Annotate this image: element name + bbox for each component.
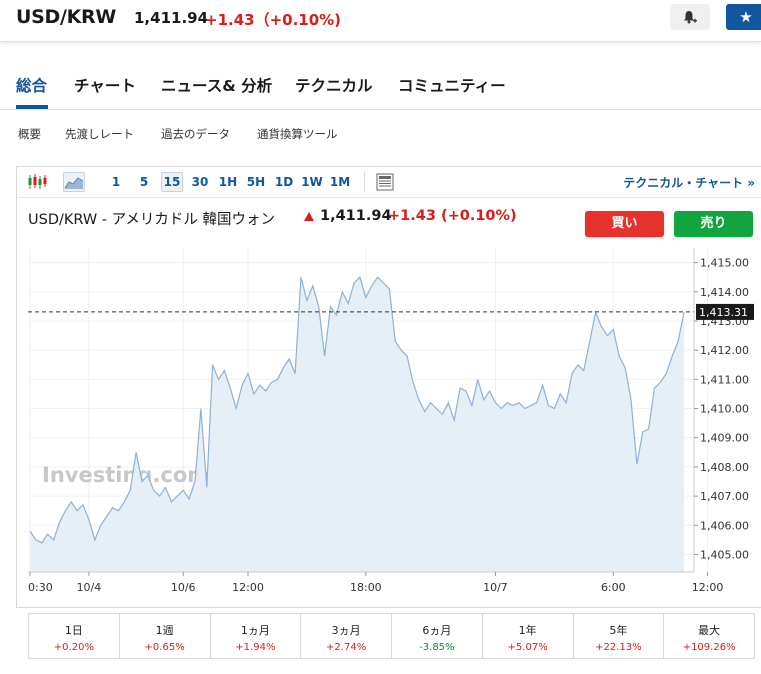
subtab-overview[interactable]: 概要	[18, 126, 41, 142]
active-tab-indicator	[16, 105, 48, 109]
chart-price: 1,411.94	[320, 208, 392, 224]
perf-label: 1日	[64, 624, 83, 637]
chart-change: +1.43 (+0.10%)	[388, 208, 517, 224]
tab-technical[interactable]: テクニカル	[295, 74, 373, 96]
star-icon: ★	[739, 8, 753, 26]
perf-label: 1週	[155, 624, 174, 637]
perf-value: +0.20%	[53, 642, 94, 653]
perf-cell-1d[interactable]: 1日 +0.20%	[29, 614, 120, 658]
tab-news-analysis[interactable]: ニュース& 分析	[161, 74, 272, 96]
performance-summary: 1日 +0.20% 1週 +0.65% 1ヵ月 +1.94% 3ヵ月 +2.74…	[28, 613, 755, 659]
perf-value: +22.13%	[595, 642, 642, 653]
perf-value: +1.94%	[235, 642, 276, 653]
tab-overview[interactable]: 総合	[16, 74, 47, 96]
perf-value: +2.74%	[326, 642, 367, 653]
chart-settings-button[interactable]	[375, 172, 397, 192]
interval-15[interactable]: 15	[161, 172, 183, 192]
table-view-icon	[376, 173, 394, 191]
perf-value: -3.85%	[419, 642, 455, 653]
perf-label: 5年	[609, 624, 628, 637]
symbol-title: USD/KRW	[16, 6, 117, 28]
candlestick-icon	[28, 174, 47, 189]
perf-value: +0.65%	[144, 642, 185, 653]
buy-button[interactable]: 買い	[585, 211, 664, 237]
perf-label: 1ヵ月	[240, 624, 270, 637]
toolbar-divider	[364, 172, 365, 192]
interval-30[interactable]: 30	[189, 174, 211, 194]
tab-community[interactable]: コミュニティー	[398, 74, 506, 96]
quote-header: USD/KRW 1,411.94 +1.43（+0.10%) ★	[0, 0, 761, 42]
interval-1w[interactable]: 1W	[301, 174, 323, 194]
perf-cell-3m[interactable]: 3ヵ月 +2.74%	[301, 614, 392, 658]
chart-title: USD/KRW - アメリカドル 韓国ウォン	[28, 212, 276, 228]
up-arrow-icon	[304, 212, 314, 221]
interval-1d[interactable]: 1D	[273, 174, 295, 194]
interval-5[interactable]: 5	[133, 174, 155, 194]
candlestick-chart-button[interactable]	[26, 172, 48, 192]
perf-label: 3ヵ月	[331, 624, 361, 637]
watchlist-star-button[interactable]: ★	[726, 4, 761, 30]
header-price: 1,411.94	[134, 9, 209, 27]
perf-cell-6m[interactable]: 6ヵ月 -3.85%	[392, 614, 483, 658]
perf-label: 1年	[518, 624, 537, 637]
interval-1h[interactable]: 1H	[217, 174, 239, 194]
header-change: +1.43（+0.10%)	[205, 11, 342, 29]
subtab-forward-rates[interactable]: 先渡しレート	[65, 126, 134, 142]
tab-chart[interactable]: チャート	[74, 74, 136, 96]
area-chart-button[interactable]	[63, 172, 85, 192]
perf-cell-1m[interactable]: 1ヵ月 +1.94%	[211, 614, 302, 658]
technical-chart-link[interactable]: テクニカル・チャート »	[623, 174, 755, 191]
perf-cell-max[interactable]: 最大 +109.26%	[664, 614, 754, 658]
perf-value: +109.26%	[682, 642, 736, 653]
sell-button[interactable]: 売り	[674, 211, 753, 237]
perf-label: 最大	[698, 624, 721, 637]
interval-5h[interactable]: 5H	[245, 174, 267, 194]
chart-toolbar: 1 5 15 30 1H 5H 1D 1W 1M テクニカル・チャート »	[16, 166, 761, 198]
interval-1m[interactable]: 1M	[329, 174, 351, 194]
perf-cell-1w[interactable]: 1週 +0.65%	[120, 614, 211, 658]
subtab-currency-converter[interactable]: 通貨換算ツール	[257, 126, 338, 142]
perf-value: +5.07%	[507, 642, 548, 653]
perf-cell-5y[interactable]: 5年 +22.13%	[574, 614, 665, 658]
add-alert-bell-icon	[684, 11, 697, 24]
add-alert-button[interactable]	[670, 4, 710, 30]
subtab-historical-data[interactable]: 過去のデータ	[161, 126, 230, 142]
interval-1[interactable]: 1	[105, 174, 127, 194]
perf-cell-1y[interactable]: 1年 +5.07%	[483, 614, 574, 658]
area-chart-icon	[64, 177, 84, 189]
main-tabs: 総合 チャート ニュース& 分析 テクニカル コミュニティー	[0, 70, 761, 110]
perf-label: 6ヵ月	[422, 624, 452, 637]
